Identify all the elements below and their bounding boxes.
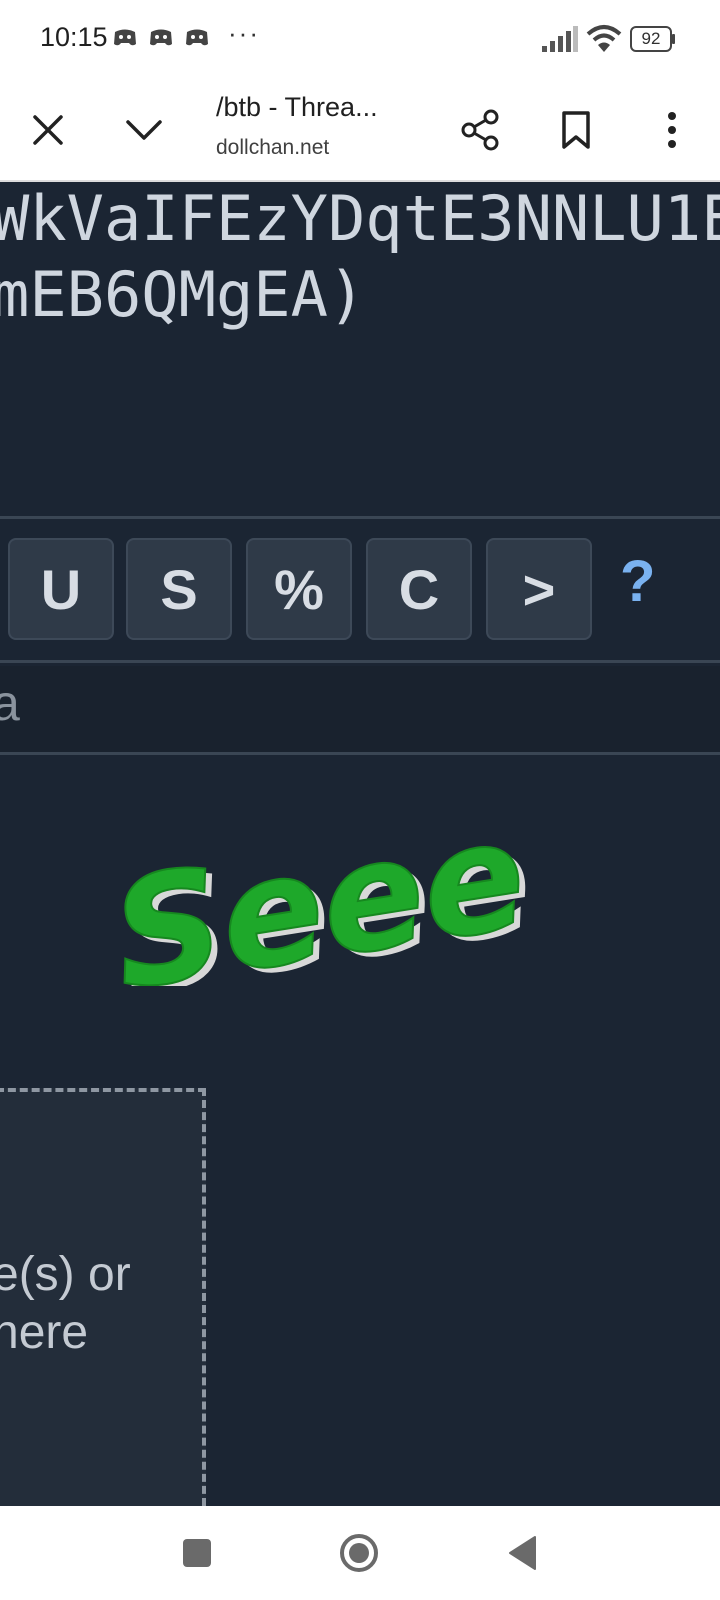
status-more: ··· bbox=[228, 18, 260, 48]
status-bar: 10:15 ··· 92 bbox=[0, 0, 720, 80]
signal-icon bbox=[542, 26, 578, 52]
battery-icon: 92 bbox=[630, 26, 675, 52]
notification-app-icon bbox=[114, 29, 136, 46]
battery-level: 92 bbox=[641, 29, 661, 48]
page-title: /btb - Threa... bbox=[216, 92, 378, 122]
captcha-text: Seee bbox=[102, 788, 537, 986]
page-domain: dollchan.net bbox=[216, 136, 330, 159]
square-icon bbox=[183, 1539, 211, 1567]
home-button[interactable] bbox=[334, 1528, 384, 1578]
quote-button[interactable]: > bbox=[486, 538, 592, 640]
wifi-icon bbox=[586, 25, 622, 52]
dropzone-line: e(s) or bbox=[0, 1248, 131, 1301]
minimize-button[interactable] bbox=[112, 98, 176, 162]
formatting-toolbar: U S % C > ? bbox=[0, 520, 720, 656]
divider bbox=[0, 660, 720, 663]
underline-button[interactable]: U bbox=[8, 538, 114, 640]
help-button[interactable]: ? bbox=[620, 548, 655, 615]
divider bbox=[0, 516, 720, 519]
reply-textarea[interactable]: a bbox=[0, 666, 720, 754]
post-code-line: WkVaIFEzYDqtE3NNLU1E bbox=[0, 182, 720, 255]
browser-toolbar: /btb - Threa... dollchan.net bbox=[0, 80, 720, 182]
status-time: 10:15 bbox=[40, 22, 108, 52]
home-circle-icon bbox=[340, 1534, 378, 1572]
code-button[interactable]: C bbox=[366, 538, 472, 640]
close-icon bbox=[33, 115, 63, 145]
more-vert-icon bbox=[668, 112, 676, 148]
share-button[interactable] bbox=[448, 98, 512, 162]
bookmark-button[interactable] bbox=[544, 98, 608, 162]
captcha-image[interactable]: Seee Seee bbox=[100, 786, 600, 986]
recents-button[interactable] bbox=[172, 1528, 222, 1578]
notification-app-icon bbox=[186, 29, 208, 46]
file-dropzone[interactable]: e(s) or here bbox=[0, 1088, 206, 1518]
back-triangle-icon bbox=[509, 1536, 536, 1570]
post-code-line: mEB6QMgEA) bbox=[0, 258, 366, 331]
spoiler-button[interactable]: % bbox=[246, 538, 352, 640]
back-button[interactable] bbox=[498, 1528, 548, 1578]
dropzone-text: e(s) or here bbox=[0, 1246, 131, 1362]
strike-button[interactable]: S bbox=[126, 538, 232, 640]
reply-textarea-value: a bbox=[0, 675, 20, 731]
divider bbox=[0, 752, 720, 755]
close-tab-button[interactable] bbox=[16, 98, 80, 162]
notification-app-icon bbox=[150, 29, 172, 46]
more-options-button[interactable] bbox=[640, 98, 704, 162]
navigation-bar bbox=[0, 1506, 720, 1600]
chevron-down-icon bbox=[126, 120, 162, 140]
bookmark-icon bbox=[562, 111, 590, 149]
dropzone-line: here bbox=[0, 1306, 89, 1359]
share-icon bbox=[461, 109, 499, 151]
